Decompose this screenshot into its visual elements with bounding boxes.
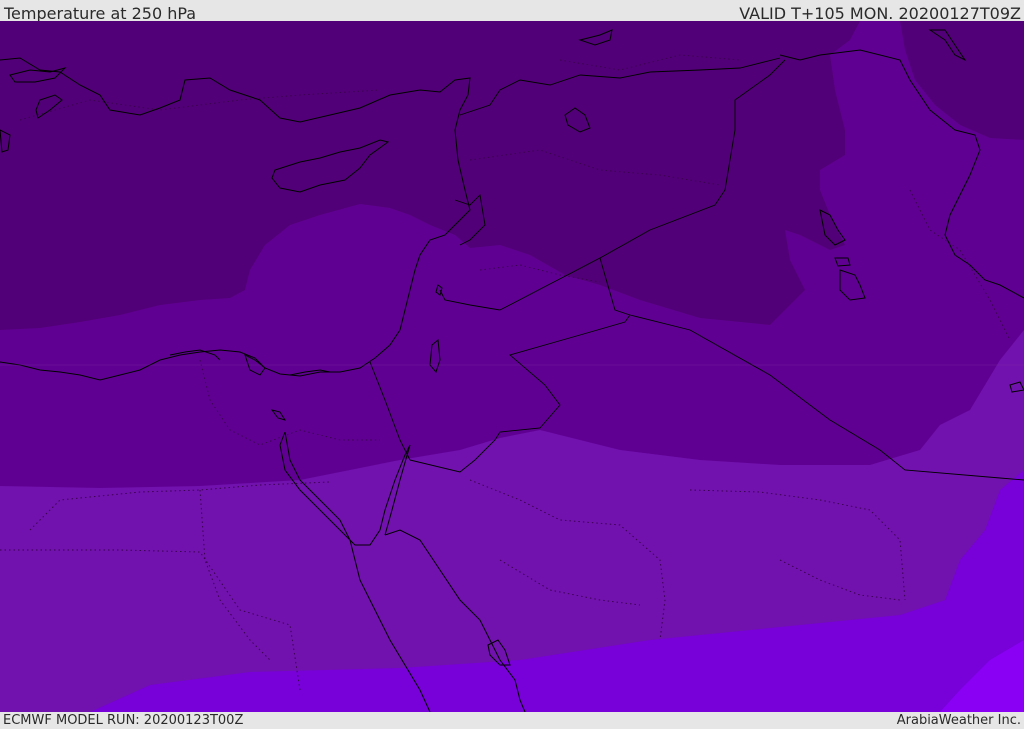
temperature-map[interactable] (0, 21, 1024, 712)
model-run-label: ECMWF MODEL RUN: 20200123T00Z (3, 713, 244, 728)
credit-label: ArabiaWeather Inc. (896, 713, 1021, 728)
footer-bar: ECMWF MODEL RUN: 20200123T00Z ArabiaWeat… (0, 712, 1024, 729)
header-bar: Temperature at 250 hPa VALID T+105 MON. … (0, 0, 1024, 23)
